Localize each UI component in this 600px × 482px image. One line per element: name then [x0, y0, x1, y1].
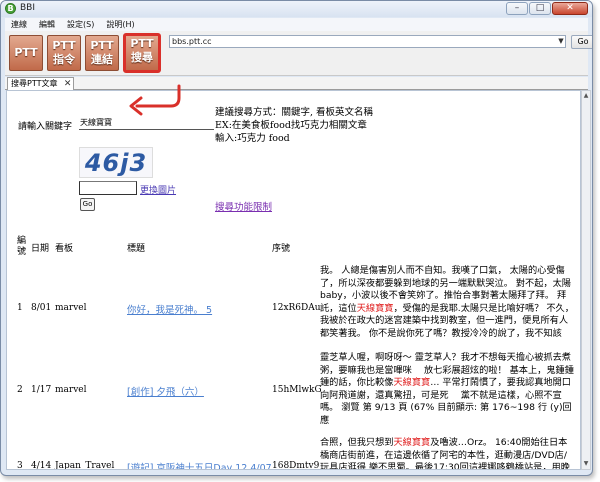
ptt-command-button[interactable]: PTT 指令 [47, 35, 81, 71]
row-title-link[interactable]: 你好，我是死神。 5 [127, 302, 212, 316]
row-title-link[interactable]: [遊記] 京阪神十五日Day 12 4/07 [127, 460, 272, 469]
toolbar: PTT PTT 指令 PTT 連結 PTT 搜尋 bbs.ptt.cc ▼ Go [5, 31, 592, 76]
hint-line-2: EX:在美食板food找巧克力相關文章 [215, 120, 367, 131]
menu-settings[interactable]: 設定(S) [67, 19, 94, 30]
search-limit-link[interactable]: 搜尋功能限制 [215, 199, 272, 213]
hint-line-3: 輸入:巧克力 food [215, 133, 290, 144]
url-input[interactable]: bbs.ptt.cc [169, 35, 566, 48]
tab-ptt-search[interactable]: 搜尋PTT文章 ✕ [7, 77, 75, 90]
row-id: 168Dmtv9 [272, 461, 320, 470]
row-num: 2 [17, 385, 23, 395]
snippet-highlight: 天線寶寶 [393, 377, 431, 389]
search-page: 請輸入關鍵字 天線寶寶 建議搜尋方式：關鍵字, 看板英文名稱 EX:在美食板fo… [6, 90, 581, 470]
captcha-input[interactable] [79, 181, 137, 195]
menu-bar: 連線 編輯 設定(S) 說明(H) [5, 18, 588, 31]
ptt-command-line2: 指令 [53, 53, 75, 66]
snippet-highlight: 天線寶寶 [393, 437, 431, 448]
window-controls: – □ ✕ [506, 2, 588, 15]
chevron-down-icon[interactable]: ▼ [557, 36, 565, 47]
snippet-text: 合照，但我只想到 [320, 437, 394, 448]
row-board: marvel [55, 303, 87, 313]
minimize-icon[interactable]: – [506, 2, 528, 15]
col-header-num: 編號 [17, 236, 27, 257]
menu-connect[interactable]: 連線 [11, 19, 27, 30]
row-date: 4/14 [31, 461, 52, 470]
maximize-icon[interactable]: □ [529, 2, 551, 15]
ptt-search-line1: PTT [130, 37, 154, 50]
close-icon[interactable]: ✕ [64, 78, 72, 90]
col-header-title: 標題 [127, 244, 146, 254]
row-num: 1 [17, 303, 23, 313]
ptt-link-line1: PTT [90, 39, 114, 52]
row-snippet: 靈芝草人喔，啊呀呀～ 靈芝草人？我才不想每天擔心被抓去煮粥，要嘛我也是當嗶咪 放… [320, 352, 575, 428]
row-num: 3 [17, 461, 23, 470]
ptt-command-line1: PTT [52, 39, 76, 52]
scroll-down-icon[interactable]: ▼ [582, 459, 590, 469]
ptt-button[interactable]: PTT [9, 35, 43, 71]
title-bar: B BBI – □ ✕ [1, 1, 592, 17]
row-board: Japan_Travel [55, 461, 115, 470]
annotation-arrow-icon [129, 84, 181, 116]
refresh-captcha-link[interactable]: 更換圖片 [140, 183, 176, 196]
go-button[interactable]: Go [571, 35, 592, 49]
ptt-search-line2: 搜尋 [131, 51, 153, 64]
vertical-scrollbar[interactable]: ▲ ▼ [581, 90, 591, 470]
ptt-link-line2: 連結 [91, 53, 113, 66]
ptt-search-button[interactable]: PTT 搜尋 [123, 33, 161, 73]
row-title-link[interactable]: [創作] 夕飛（六） [127, 384, 204, 398]
hint-line-1: 建議搜尋方式：關鍵字, 看板英文名稱 [215, 107, 374, 118]
row-board: marvel [55, 385, 87, 395]
snippet-highlight: 天線寶寶 [356, 302, 394, 314]
col-header-date: 日期 [31, 244, 50, 254]
ptt-button-label: PTT [14, 46, 38, 59]
captcha-image: 46j3 [79, 147, 153, 178]
menu-edit[interactable]: 編輯 [39, 19, 55, 30]
row-snippet: 合照，但我只想到天線寶寶及嚕波…Orz。 16:40開始往日本橋商店街前進，在這… [320, 437, 575, 469]
scroll-up-icon[interactable]: ▲ [582, 91, 590, 101]
app-icon: B [5, 3, 16, 14]
row-id: 12xR6DAu [272, 303, 321, 313]
close-icon[interactable]: ✕ [552, 2, 588, 15]
row-snippet: 我。 人總是傷害別人而不自知。我嘆了口氣， 太陽的心受傷了，所以深夜都要躲到地球… [320, 265, 575, 341]
keyword-label: 請輸入關鍵字 [18, 122, 73, 132]
col-header-id: 序號 [272, 244, 291, 254]
row-id: 15hMlwkG [272, 385, 322, 395]
col-header-board: 看板 [55, 244, 74, 254]
menu-help[interactable]: 說明(H) [106, 19, 134, 30]
row-date: 8/01 [31, 303, 52, 313]
ptt-link-button[interactable]: PTT 連結 [85, 35, 119, 71]
tab-label: 搜尋PTT文章 [11, 79, 58, 88]
row-date: 1/17 [31, 385, 52, 395]
window-title: BBI [20, 3, 36, 13]
search-go-button[interactable]: Go [80, 198, 95, 211]
tab-bar: 搜尋PTT文章 ✕ [5, 77, 588, 90]
